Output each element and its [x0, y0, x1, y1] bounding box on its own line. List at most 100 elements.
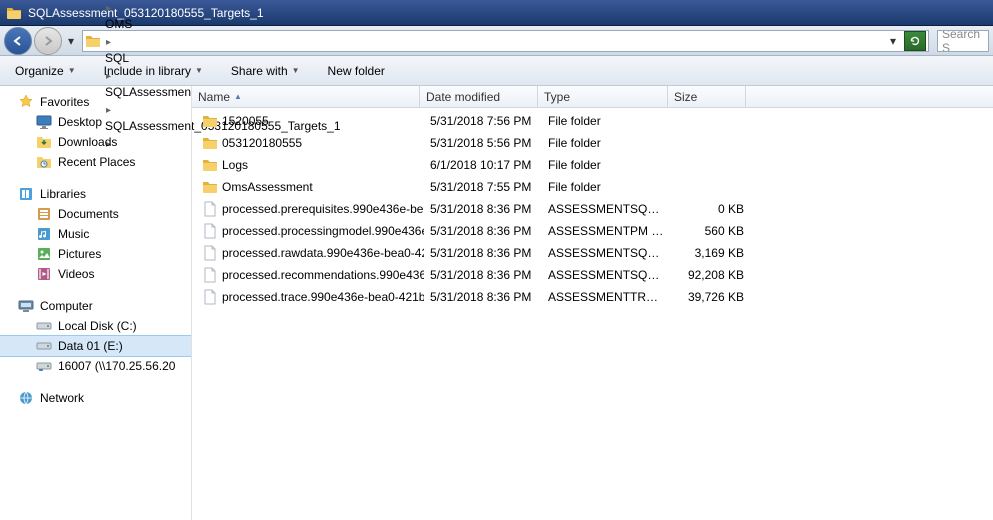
nav-item-label: Downloads — [58, 135, 117, 149]
nav-item-label: 16007 (\\170.25.56.20 — [58, 359, 175, 373]
breadcrumb[interactable]: OMS — [103, 14, 343, 34]
file-name: OmsAssessment — [222, 180, 313, 194]
nav-item-label: Recent Places — [58, 155, 135, 169]
libraries-icon — [18, 186, 34, 202]
include-library-button[interactable]: Include in library▼ — [97, 61, 210, 81]
file-row[interactable]: processed.recommendations.990e436e-bea..… — [192, 264, 993, 286]
breadcrumb-separator[interactable]: ▸ — [103, 3, 114, 14]
nav-item[interactable]: Desktop — [0, 112, 191, 132]
new-folder-button[interactable]: New folder — [321, 61, 392, 81]
refresh-button[interactable] — [904, 31, 926, 51]
organize-button[interactable]: Organize▼ — [8, 61, 83, 81]
videos-icon — [36, 266, 52, 282]
file-type: ASSESSMENTSQLRE... — [542, 268, 672, 282]
folder-icon — [202, 135, 218, 151]
search-input[interactable]: Search S — [937, 30, 989, 52]
nav-item[interactable]: Data 01 (E:) — [0, 336, 191, 356]
nav-item[interactable]: Documents — [0, 204, 191, 224]
file-row[interactable]: processed.processingmodel.990e436e-bea0-… — [192, 220, 993, 242]
address-bar[interactable]: ▸Computer▸Data 01 (E:)▸OMS▸SQL▸SQLAssess… — [82, 30, 929, 52]
computer-header[interactable]: Computer — [0, 296, 191, 316]
file-name: processed.prerequisites.990e436e-bea0-42… — [222, 202, 424, 216]
folder-icon — [202, 157, 218, 173]
file-type: File folder — [542, 180, 672, 194]
nav-item-label: Videos — [58, 267, 94, 281]
search-placeholder: Search S — [942, 30, 984, 52]
computer-icon — [18, 298, 34, 314]
col-header-size[interactable]: Size — [668, 86, 746, 107]
network-group: Network — [0, 388, 191, 408]
favorites-group: Favorites Desktop Downloads Recent Places — [0, 92, 191, 172]
favorites-header[interactable]: Favorites — [0, 92, 191, 112]
nav-item[interactable]: Music — [0, 224, 191, 244]
breadcrumb-separator[interactable]: ▸ — [103, 37, 114, 48]
file-type: ASSESSMENTSQLR... — [542, 246, 672, 260]
star-icon — [18, 94, 34, 110]
navbar: ▾ ▸Computer▸Data 01 (E:)▸OMS▸SQL▸SQLAsse… — [0, 26, 993, 56]
file-row[interactable]: processed.trace.990e436e-bea0-421b-845c.… — [192, 286, 993, 308]
file-name: processed.trace.990e436e-bea0-421b-845c.… — [222, 290, 424, 304]
back-button[interactable] — [4, 27, 32, 55]
nav-item[interactable]: 16007 (\\170.25.56.20 — [0, 356, 191, 376]
col-header-date[interactable]: Date modified — [420, 86, 538, 107]
file-date: 5/31/2018 8:36 PM — [424, 268, 542, 282]
file-date: 5/31/2018 8:36 PM — [424, 290, 542, 304]
file-row[interactable]: OmsAssessment 5/31/2018 7:55 PMFile folde… — [192, 176, 993, 198]
file-size: 3,169 KB — [672, 246, 750, 260]
file-row[interactable]: processed.prerequisites.990e436e-bea0-42… — [192, 198, 993, 220]
file-icon — [202, 223, 218, 239]
music-icon — [36, 226, 52, 242]
file-date: 5/31/2018 7:55 PM — [424, 180, 542, 194]
file-name: processed.recommendations.990e436e-bea..… — [222, 268, 424, 282]
file-name: 1520055 — [222, 114, 269, 128]
file-date: 5/31/2018 8:36 PM — [424, 202, 542, 216]
file-date: 5/31/2018 7:56 PM — [424, 114, 542, 128]
libraries-header[interactable]: Libraries — [0, 184, 191, 204]
col-header-type[interactable]: Type — [538, 86, 668, 107]
nav-item[interactable]: Recent Places — [0, 152, 191, 172]
nav-item-label: Data 01 (E:) — [58, 339, 123, 353]
file-row[interactable]: processed.rawdata.990e436e-bea0-421b-8..… — [192, 242, 993, 264]
file-type: ASSESSMENTTRAC... — [542, 290, 672, 304]
file-size: 0 KB — [672, 202, 750, 216]
file-type: ASSESSMENTSQLRE... — [542, 202, 672, 216]
file-icon — [202, 267, 218, 283]
libraries-group: Libraries Documents Music Pictures Videos — [0, 184, 191, 284]
desktop-icon — [36, 114, 52, 130]
nav-history-dropdown[interactable]: ▾ — [64, 34, 78, 48]
main: Favorites DesktopDownloadsRecent Places … — [0, 86, 993, 520]
address-dropdown[interactable]: ▾ — [884, 31, 902, 51]
folder-icon — [202, 113, 218, 129]
nav-item-label: Music — [58, 227, 89, 241]
nav-item-label: Local Disk (C:) — [58, 319, 137, 333]
netdrive-icon — [36, 358, 52, 374]
nav-item[interactable]: Videos — [0, 264, 191, 284]
column-headers: Name▲ Date modified Type Size — [192, 86, 993, 108]
drive-icon — [36, 318, 52, 334]
nav-item[interactable]: Local Disk (C:) — [0, 316, 191, 336]
file-type: File folder — [542, 114, 672, 128]
pictures-icon — [36, 246, 52, 262]
folder-icon — [85, 33, 101, 49]
file-row[interactable]: 0531201805555/31/2018 5:56 PMFile folder — [192, 132, 993, 154]
computer-group: Computer Local Disk (C:) Data 01 (E:) 1600… — [0, 296, 191, 376]
file-row[interactable]: 1520055 5/31/2018 7:56 PMFile folder — [192, 110, 993, 132]
file-row[interactable]: Logs6/1/2018 10:17 PMFile folder — [192, 154, 993, 176]
file-type: File folder — [542, 136, 672, 150]
network-header[interactable]: Network — [0, 388, 191, 408]
col-header-name[interactable]: Name▲ — [192, 86, 420, 107]
file-date: 5/31/2018 5:56 PM — [424, 136, 542, 150]
forward-button[interactable] — [34, 27, 62, 55]
nav-item[interactable]: Pictures — [0, 244, 191, 264]
share-with-button[interactable]: Share with▼ — [224, 61, 307, 81]
nav-item[interactable]: Downloads — [0, 132, 191, 152]
file-size: 560 KB — [672, 224, 750, 238]
network-icon — [18, 390, 34, 406]
file-list: Name▲ Date modified Type Size 1520055 5/3… — [192, 86, 993, 520]
documents-icon — [36, 206, 52, 222]
file-date: 5/31/2018 8:36 PM — [424, 224, 542, 238]
drive-icon — [36, 338, 52, 354]
file-name: processed.processingmodel.990e436e-bea0-… — [222, 224, 424, 238]
file-date: 5/31/2018 8:36 PM — [424, 246, 542, 260]
nav-item-label: Documents — [58, 207, 119, 221]
